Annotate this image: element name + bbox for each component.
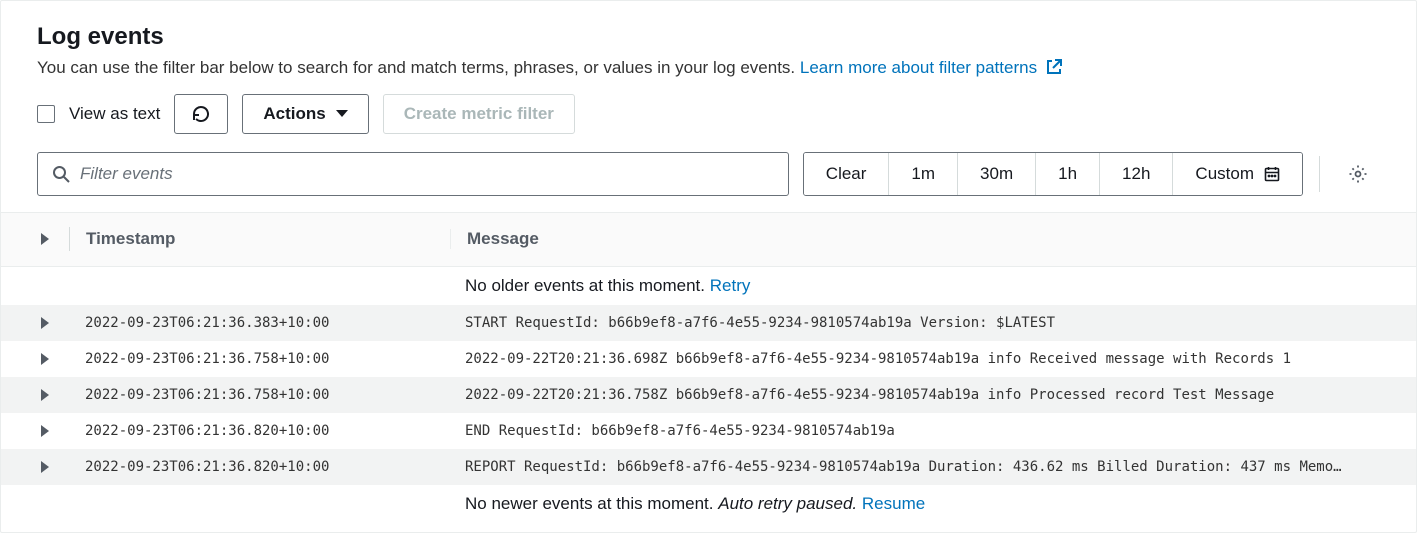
grid-header: Timestamp Message [1, 213, 1416, 267]
filter-input[interactable] [80, 164, 774, 184]
row-timestamp: 2022-09-23T06:21:36.758+10:00 [69, 387, 449, 403]
range-1h-button[interactable]: 1h [1036, 153, 1100, 195]
row-message: REPORT RequestId: b66b9ef8-a7f6-4e55-923… [449, 459, 1380, 475]
log-events-panel: Log events You can use the filter bar be… [0, 0, 1417, 533]
vertical-divider [1319, 156, 1320, 192]
clear-button[interactable]: Clear [804, 153, 890, 195]
log-row[interactable]: 2022-09-23T06:21:36.758+10:00 2022-09-22… [1, 377, 1416, 413]
subtitle-text: You can use the filter bar below to sear… [37, 58, 800, 77]
custom-range-button[interactable]: Custom [1173, 153, 1302, 195]
log-row[interactable]: 2022-09-23T06:21:36.820+10:00 END Reques… [1, 413, 1416, 449]
create-metric-label: Create metric filter [404, 104, 554, 124]
no-newer-row: No newer events at this moment. Auto ret… [1, 485, 1416, 523]
settings-button[interactable] [1336, 152, 1380, 196]
triangle-right-icon [41, 425, 49, 437]
view-as-text-checkbox[interactable] [37, 105, 55, 123]
range-30m-button[interactable]: 30m [958, 153, 1036, 195]
search-icon [52, 165, 70, 183]
row-timestamp: 2022-09-23T06:21:36.383+10:00 [69, 315, 449, 331]
actions-button[interactable]: Actions [242, 94, 368, 134]
refresh-button[interactable] [174, 94, 228, 134]
retry-link[interactable]: Retry [710, 276, 751, 295]
log-row[interactable]: 2022-09-23T06:21:36.758+10:00 2022-09-22… [1, 341, 1416, 377]
events-grid: Timestamp Message No older events at thi… [1, 212, 1416, 532]
no-older-text: No older events at this moment. [465, 276, 710, 295]
row-timestamp: 2022-09-23T06:21:36.820+10:00 [69, 423, 449, 439]
row-expand[interactable] [21, 425, 69, 437]
row-message: START RequestId: b66b9ef8-a7f6-4e55-9234… [449, 315, 1380, 331]
triangle-right-icon [41, 461, 49, 473]
triangle-right-icon [41, 233, 49, 245]
triangle-right-icon [41, 353, 49, 365]
no-older-row: No older events at this moment. Retry [1, 267, 1416, 305]
col-message-header[interactable]: Message [450, 229, 1380, 249]
row-expand[interactable] [21, 389, 69, 401]
learn-more-link[interactable]: Learn more about filter patterns [800, 58, 1062, 77]
panel-header: Log events You can use the filter bar be… [1, 1, 1416, 90]
toolbar: View as text Actions Create metric filte… [1, 90, 1416, 144]
page-subtitle: You can use the filter bar below to sear… [37, 56, 1380, 80]
row-expand[interactable] [21, 353, 69, 365]
row-timestamp: 2022-09-23T06:21:36.820+10:00 [69, 459, 449, 475]
triangle-right-icon [41, 389, 49, 401]
range-1m-button[interactable]: 1m [889, 153, 958, 195]
search-box[interactable] [37, 152, 789, 196]
triangle-right-icon [41, 317, 49, 329]
range-12h-button[interactable]: 12h [1100, 153, 1173, 195]
resume-link[interactable]: Resume [862, 494, 925, 513]
row-expand[interactable] [21, 317, 69, 329]
row-message: 2022-09-22T20:21:36.758Z b66b9ef8-a7f6-4… [449, 387, 1380, 403]
row-timestamp: 2022-09-23T06:21:36.758+10:00 [69, 351, 449, 367]
col-timestamp-header[interactable]: Timestamp [70, 229, 450, 249]
no-newer-text: No newer events at this moment. [465, 494, 718, 513]
auto-retry-paused: Auto retry paused. [718, 494, 857, 513]
row-message: END RequestId: b66b9ef8-a7f6-4e55-9234-9… [449, 423, 1380, 439]
log-row[interactable]: 2022-09-23T06:21:36.383+10:00 START Requ… [1, 305, 1416, 341]
refresh-icon [191, 104, 211, 124]
calendar-icon [1264, 166, 1280, 182]
row-expand[interactable] [21, 461, 69, 473]
actions-label: Actions [263, 104, 325, 124]
page-title: Log events [37, 23, 1380, 52]
caret-down-icon [336, 110, 348, 117]
external-link-icon [1046, 59, 1062, 75]
filter-bar: Clear 1m 30m 1h 12h Custom [1, 144, 1416, 212]
view-as-text-label: View as text [69, 104, 160, 124]
gear-icon [1348, 164, 1368, 184]
row-message: 2022-09-22T20:21:36.698Z b66b9ef8-a7f6-4… [449, 351, 1380, 367]
create-metric-filter-button[interactable]: Create metric filter [383, 94, 575, 134]
log-row[interactable]: 2022-09-23T06:21:36.820+10:00 REPORT Req… [1, 449, 1416, 485]
expand-all-toggle[interactable] [21, 233, 69, 245]
time-range-group: Clear 1m 30m 1h 12h Custom [803, 152, 1303, 196]
